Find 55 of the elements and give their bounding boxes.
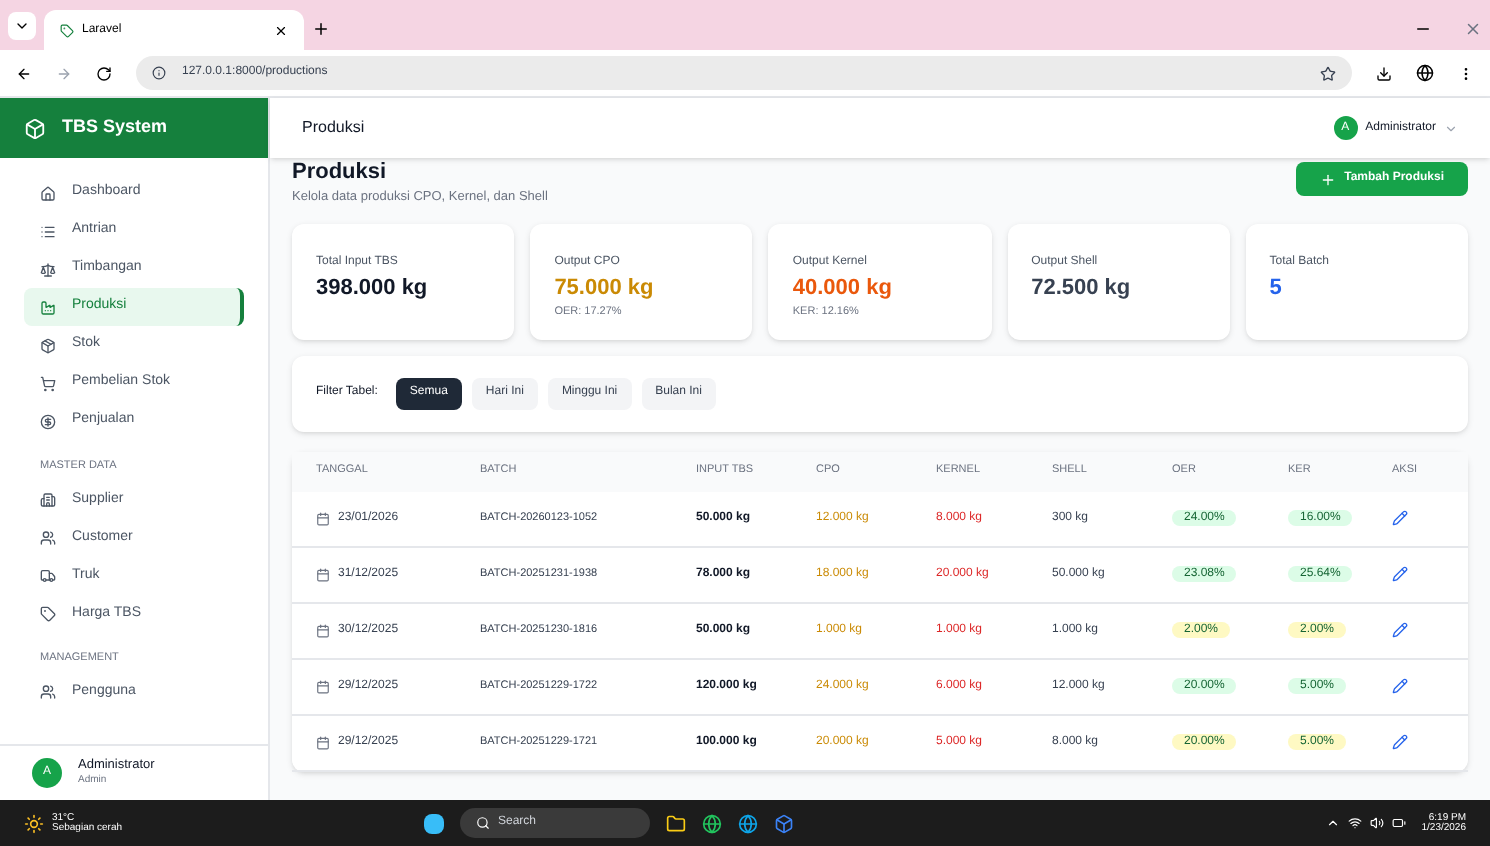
battery-icon[interactable] [1391, 816, 1406, 830]
cart-icon [40, 375, 56, 391]
stat-value: 40.000 kg [792, 273, 894, 303]
search-icon [476, 816, 490, 830]
package-icon [40, 337, 56, 353]
edit-icon[interactable] [1392, 566, 1408, 582]
chevron-down-icon [1444, 121, 1458, 135]
weather-icon [24, 813, 44, 833]
calendar-icon [316, 511, 330, 525]
edit-icon[interactable] [1392, 734, 1408, 750]
volume-icon[interactable] [1369, 816, 1384, 830]
folder-icon[interactable] [666, 813, 686, 833]
browser-icon[interactable] [738, 813, 758, 833]
tab-list-button[interactable] [8, 12, 36, 40]
start-button[interactable] [424, 813, 444, 833]
reload-icon[interactable] [96, 65, 112, 81]
tag-icon [40, 605, 56, 622]
back-icon[interactable] [16, 65, 32, 81]
factory-icon [40, 299, 56, 315]
download-icon[interactable] [1376, 65, 1392, 81]
stat-value: 72.500 kg [1031, 273, 1133, 303]
users-icon [40, 529, 56, 546]
home-icon [40, 185, 56, 201]
users-icon [40, 684, 56, 700]
calendar-icon [316, 567, 330, 581]
calendar-icon [316, 735, 330, 749]
tab-favicon-icon [60, 23, 74, 37]
list-icon [40, 223, 56, 239]
scale-icon [40, 261, 56, 277]
chevron-down-icon [14, 18, 30, 34]
truck-icon [40, 567, 56, 584]
stat-value: 75.000 kg [554, 273, 656, 303]
edit-icon[interactable] [1392, 678, 1408, 694]
edit-icon[interactable] [1392, 510, 1408, 526]
header-title: Produksi [302, 116, 367, 140]
sidebar-brand: TBS System [0, 98, 268, 158]
profile-icon[interactable] [1416, 64, 1434, 82]
chevron-up-icon[interactable] [1325, 816, 1340, 830]
stat-value: 398.000 kg [316, 273, 430, 303]
bookmark-star-icon[interactable] [1320, 65, 1336, 81]
box-icon [24, 117, 46, 139]
new-tab-icon[interactable] [312, 20, 330, 38]
wifi-icon[interactable] [1347, 816, 1362, 830]
calendar-icon [316, 679, 330, 693]
coin-icon [40, 413, 56, 429]
building-icon [40, 491, 56, 508]
plus-icon [1320, 171, 1337, 187]
app-icon[interactable] [774, 813, 794, 833]
info-icon [152, 66, 166, 80]
calendar-icon [316, 623, 330, 637]
browser-icon[interactable] [702, 813, 722, 833]
stat-value: 5 [1269, 273, 1284, 303]
page-title: Produksi [292, 160, 389, 188]
close-icon[interactable] [274, 23, 288, 37]
edit-icon[interactable] [1392, 622, 1408, 638]
